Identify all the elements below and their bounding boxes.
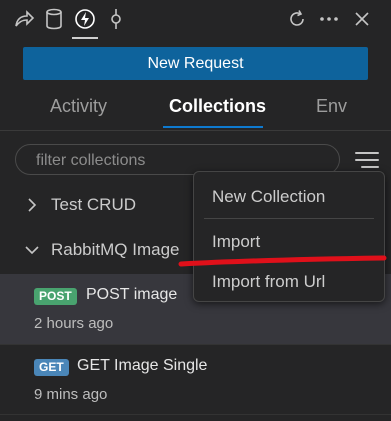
request-timestamp: 2 hours ago — [34, 315, 114, 332]
refresh-icon[interactable] — [284, 6, 310, 32]
method-badge-post: POST — [34, 288, 77, 305]
request-name: POST image — [86, 286, 178, 303]
chevron-down-icon — [25, 246, 39, 255]
divider — [0, 414, 391, 415]
collection-label: RabbitMQ Image — [51, 240, 180, 259]
menu-item-import[interactable]: Import — [212, 232, 260, 252]
request-item-get-image-single[interactable]: GET GET Image Single 9 mins ago — [0, 345, 391, 415]
tab-bar: Activity Collections Env — [0, 88, 391, 130]
menu-separator — [204, 218, 374, 219]
divider — [0, 130, 391, 131]
hamburger-menu-icon[interactable] — [353, 150, 381, 170]
menu-item-new-collection[interactable]: New Collection — [212, 187, 325, 207]
thunder-client-sidebar: New Request Activity Collections Env Tes… — [0, 0, 391, 421]
menu-item-import-from-url[interactable]: Import from Url — [212, 272, 325, 292]
tab-activity[interactable]: Activity — [50, 96, 107, 117]
method-badge-get: GET — [34, 359, 69, 376]
active-tool-indicator — [72, 37, 98, 39]
chevron-right-icon — [28, 198, 37, 212]
red-annotation-stroke — [178, 255, 387, 267]
active-tab-indicator — [163, 126, 263, 128]
git-commit-icon[interactable] — [103, 6, 129, 32]
lightning-icon[interactable] — [72, 6, 98, 32]
request-name: GET Image Single — [77, 357, 208, 374]
new-request-button[interactable]: New Request — [23, 47, 368, 80]
collection-label: Test CRUD — [51, 195, 137, 214]
database-icon[interactable] — [41, 6, 67, 32]
collections-context-menu: New Collection Import Import from Url — [193, 171, 385, 302]
more-icon[interactable] — [316, 6, 342, 32]
share-icon[interactable] — [11, 6, 37, 32]
filter-collections-input[interactable] — [34, 149, 328, 173]
toolbar — [0, 0, 391, 42]
tab-env[interactable]: Env — [316, 96, 347, 117]
request-timestamp: 9 mins ago — [34, 386, 108, 403]
close-icon[interactable] — [349, 6, 375, 32]
tab-collections[interactable]: Collections — [169, 96, 266, 117]
